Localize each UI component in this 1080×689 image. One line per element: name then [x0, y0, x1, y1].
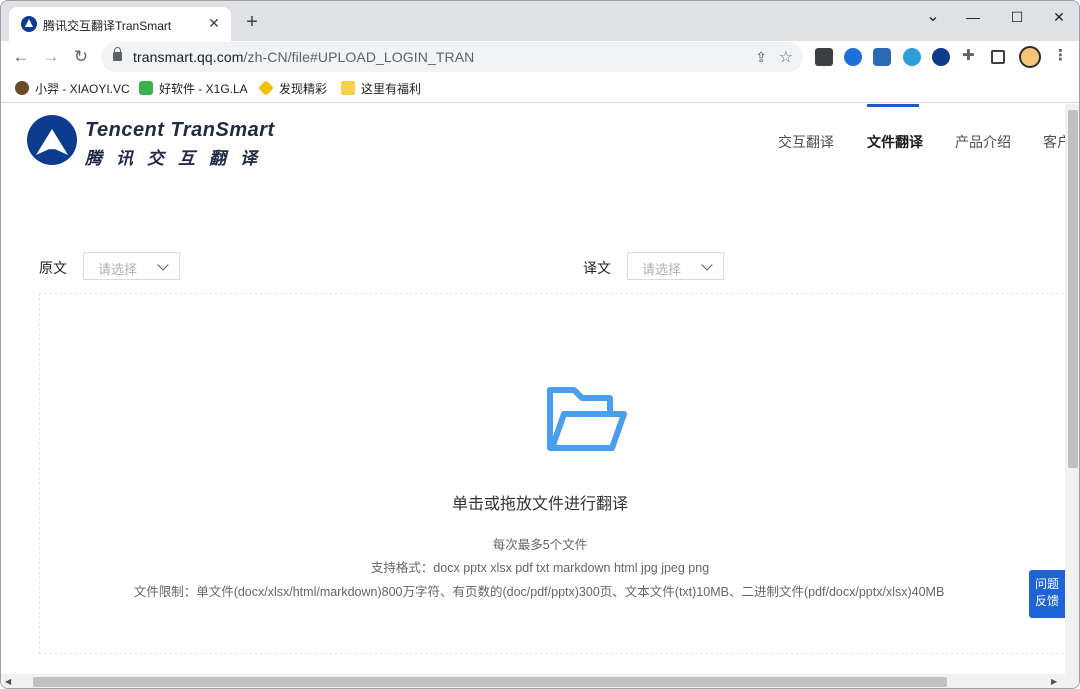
- source-language-label: 原文: [39, 260, 67, 276]
- menu-kebab-icon[interactable]: ⋮: [1053, 47, 1068, 65]
- reload-button[interactable]: ↻: [69, 45, 93, 69]
- tab-title: 腾讯交互翻译TranSmart: [43, 19, 172, 33]
- app-icon: [139, 81, 153, 95]
- logo-chinese[interactable]: 腾讯交互翻译: [85, 144, 271, 169]
- scroll-right-icon[interactable]: ▶: [1051, 677, 1057, 686]
- supported-formats: 支持格式：docx pptx xlsx pdf txt markdown htm…: [370, 561, 710, 575]
- lock-icon[interactable]: [113, 47, 122, 61]
- back-button[interactable]: ←: [9, 45, 33, 69]
- forward-button[interactable]: →: [39, 45, 63, 69]
- transmart-favicon-icon: [21, 16, 37, 32]
- chevron-down-icon: [701, 259, 713, 271]
- feedback-button[interactable]: 问题 反馈: [1029, 570, 1065, 618]
- file-size-limits: 文件限制：单文件(docx/xlsx/html/markdown)800万字符、…: [133, 585, 945, 599]
- extension-transmart-icon[interactable]: [932, 48, 950, 66]
- avatar-icon: [15, 81, 29, 95]
- browser-toolbar: ← → ↻ transmart.qq.com/zh-CN/file#UPLOAD…: [1, 41, 1079, 73]
- profile-avatar-icon[interactable]: [1019, 46, 1041, 68]
- active-nav-indicator: [867, 104, 919, 107]
- feedback-line-2: 反馈: [1034, 594, 1059, 608]
- bookmark-star-icon[interactable]: ☆: [779, 47, 793, 67]
- side-panel-icon[interactable]: [991, 50, 1005, 64]
- drop-zone-title: 单击或拖放文件进行翻译: [451, 496, 628, 513]
- bookmarks-bar: 小羿 - XIAOYI.VC 好软件 - X1G.LA 发现精彩 这里有福利: [1, 73, 1079, 103]
- bookmark-item[interactable]: 小羿 - XIAOYI.VC: [15, 80, 130, 96]
- source-language-select[interactable]: 请选择: [83, 252, 180, 280]
- extension-bird-icon[interactable]: [815, 48, 833, 66]
- share-icon[interactable]: ⇪: [755, 49, 767, 66]
- new-tab-button[interactable]: +: [241, 11, 263, 33]
- extension-robot-icon[interactable]: [873, 48, 891, 66]
- url-text[interactable]: transmart.qq.com/zh-CN/file#UPLOAD_LOGIN…: [133, 49, 474, 65]
- logo-english[interactable]: Tencent TranSmart: [85, 119, 275, 142]
- source-language-placeholder: 请选择: [98, 262, 138, 277]
- tab-search-icon[interactable]: ⌄: [911, 5, 955, 29]
- browser-tab[interactable]: 腾讯交互翻译TranSmart ✕: [9, 7, 231, 41]
- bookmark-item[interactable]: 好软件 - X1G.LA: [139, 80, 248, 96]
- diamond-icon: [258, 80, 274, 96]
- nav-interactive-translate[interactable]: 交互翻译: [778, 132, 834, 152]
- target-language-placeholder: 请选择: [642, 262, 682, 277]
- minimize-button[interactable]: —: [951, 5, 995, 29]
- nav-product-intro[interactable]: 产品介绍: [955, 132, 1011, 152]
- file-count-limit: 每次最多5个文件: [492, 538, 588, 552]
- chevron-down-icon: [157, 259, 169, 271]
- target-language-select[interactable]: 请选择: [627, 252, 724, 280]
- browser-window: 腾讯交互翻译TranSmart ✕ + ⌄ — ☐ ✕ ← → ↻ transm…: [0, 0, 1080, 689]
- tab-close-icon[interactable]: ✕: [205, 14, 223, 32]
- transmart-logo-icon[interactable]: [27, 115, 77, 165]
- scroll-left-icon[interactable]: ◀: [5, 677, 11, 686]
- extension-download-icon[interactable]: [844, 48, 862, 66]
- vertical-scrollbar[interactable]: [1065, 104, 1079, 676]
- close-window-button[interactable]: ✕: [1037, 5, 1079, 29]
- address-bar[interactable]: transmart.qq.com/zh-CN/file#UPLOAD_LOGIN…: [101, 42, 803, 72]
- vertical-scroll-thumb[interactable]: [1068, 110, 1078, 468]
- horizontal-scrollbar[interactable]: ◀ ▶: [1, 674, 1079, 688]
- file-drop-zone[interactable]: 单击或拖放文件进行翻译 每次最多5个文件 支持格式：docx pptx xlsx…: [39, 293, 1065, 654]
- bookmark-folder[interactable]: 这里有福利: [341, 80, 421, 96]
- folder-open-icon: [547, 387, 627, 451]
- folder-icon: [341, 81, 355, 95]
- nav-file-translate[interactable]: 文件翻译: [867, 132, 923, 152]
- extensions-puzzle-icon[interactable]: ✚: [962, 47, 975, 65]
- nav-customers[interactable]: 客户: [1043, 132, 1065, 152]
- page-content: Tencent TranSmart 腾讯交互翻译 交互翻译 文件翻译 产品介绍 …: [1, 104, 1065, 676]
- tab-strip: 腾讯交互翻译TranSmart ✕ + ⌄ — ☐ ✕: [1, 1, 1079, 41]
- horizontal-scroll-thumb[interactable]: [33, 677, 947, 687]
- target-language-label: 译文: [583, 260, 611, 276]
- bookmark-item[interactable]: 发现精彩: [258, 80, 327, 96]
- extension-shield-icon[interactable]: [903, 48, 921, 66]
- maximize-button[interactable]: ☐: [995, 5, 1039, 29]
- feedback-line-1: 问题: [1034, 577, 1059, 591]
